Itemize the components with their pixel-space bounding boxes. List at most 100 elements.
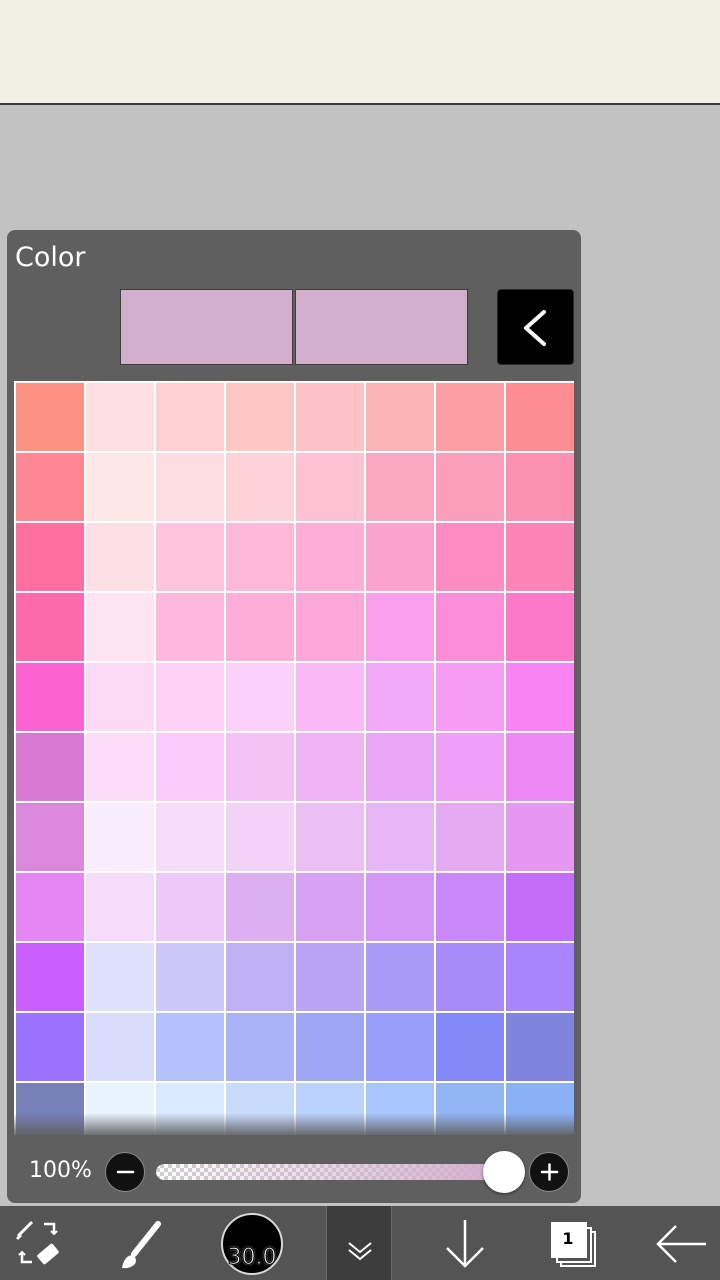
palette-color-cell[interactable] bbox=[506, 943, 574, 1011]
palette-color-cell[interactable] bbox=[16, 453, 84, 521]
palette-color-cell[interactable] bbox=[156, 943, 224, 1011]
palette-color-cell[interactable] bbox=[86, 943, 154, 1011]
palette-color-cell[interactable] bbox=[506, 873, 574, 941]
palette-color-cell[interactable] bbox=[296, 733, 364, 801]
palette-color-cell[interactable] bbox=[436, 593, 504, 661]
palette-color-cell[interactable] bbox=[296, 383, 364, 451]
menu-expand-button[interactable] bbox=[326, 1206, 392, 1280]
collapse-panel-button[interactable] bbox=[497, 289, 574, 365]
palette-color-cell[interactable] bbox=[226, 1013, 294, 1081]
palette-color-cell[interactable] bbox=[436, 453, 504, 521]
palette-color-cell[interactable] bbox=[436, 1083, 504, 1135]
opacity-increase-button[interactable] bbox=[529, 1152, 569, 1192]
brush-size-button[interactable]: 30.0 bbox=[216, 1206, 288, 1280]
palette-color-cell[interactable] bbox=[296, 663, 364, 731]
palette-color-cell[interactable] bbox=[366, 943, 434, 1011]
palette-color-cell[interactable] bbox=[156, 523, 224, 591]
palette-color-cell[interactable] bbox=[506, 453, 574, 521]
palette-color-cell[interactable] bbox=[16, 803, 84, 871]
palette-color-cell[interactable] bbox=[436, 873, 504, 941]
primary-color-swatch[interactable] bbox=[120, 289, 293, 365]
palette-color-cell[interactable] bbox=[86, 803, 154, 871]
palette-color-cell[interactable] bbox=[156, 733, 224, 801]
palette-color-cell[interactable] bbox=[366, 1013, 434, 1081]
secondary-color-swatch[interactable] bbox=[295, 289, 468, 365]
palette-color-cell[interactable] bbox=[296, 523, 364, 591]
palette-color-cell[interactable] bbox=[86, 593, 154, 661]
palette-color-cell[interactable] bbox=[86, 1083, 154, 1135]
palette-color-cell[interactable] bbox=[156, 1013, 224, 1081]
palette-color-cell[interactable] bbox=[16, 383, 84, 451]
palette-color-cell[interactable] bbox=[226, 663, 294, 731]
palette-color-cell[interactable] bbox=[16, 873, 84, 941]
palette-color-cell[interactable] bbox=[226, 1083, 294, 1135]
palette-color-cell[interactable] bbox=[296, 943, 364, 1011]
palette-color-cell[interactable] bbox=[156, 1083, 224, 1135]
palette-color-cell[interactable] bbox=[436, 733, 504, 801]
palette-color-cell[interactable] bbox=[296, 1013, 364, 1081]
palette-color-cell[interactable] bbox=[226, 453, 294, 521]
palette-color-cell[interactable] bbox=[436, 803, 504, 871]
palette-color-cell[interactable] bbox=[86, 453, 154, 521]
palette-color-cell[interactable] bbox=[86, 383, 154, 451]
opacity-decrease-button[interactable] bbox=[105, 1152, 145, 1192]
palette-color-cell[interactable] bbox=[156, 593, 224, 661]
palette-color-cell[interactable] bbox=[16, 663, 84, 731]
palette-color-cell[interactable] bbox=[366, 453, 434, 521]
palette-color-cell[interactable] bbox=[226, 873, 294, 941]
palette-color-cell[interactable] bbox=[506, 733, 574, 801]
palette-color-cell[interactable] bbox=[296, 453, 364, 521]
palette-color-cell[interactable] bbox=[506, 593, 574, 661]
palette-color-cell[interactable] bbox=[86, 663, 154, 731]
palette-color-cell[interactable] bbox=[366, 1083, 434, 1135]
palette-color-cell[interactable] bbox=[436, 383, 504, 451]
palette-color-cell[interactable] bbox=[506, 383, 574, 451]
palette-color-cell[interactable] bbox=[436, 663, 504, 731]
palette-color-cell[interactable] bbox=[296, 1083, 364, 1135]
palette-color-cell[interactable] bbox=[226, 593, 294, 661]
brush-tool-button[interactable] bbox=[110, 1206, 176, 1280]
palette-color-cell[interactable] bbox=[506, 803, 574, 871]
opacity-slider-track[interactable] bbox=[156, 1164, 501, 1180]
palette-color-cell[interactable] bbox=[436, 1013, 504, 1081]
palette-color-cell[interactable] bbox=[366, 803, 434, 871]
palette-color-cell[interactable] bbox=[156, 383, 224, 451]
palette-color-cell[interactable] bbox=[156, 663, 224, 731]
palette-color-cell[interactable] bbox=[296, 593, 364, 661]
palette-color-cell[interactable] bbox=[506, 663, 574, 731]
back-button[interactable] bbox=[646, 1206, 720, 1280]
palette-color-cell[interactable] bbox=[506, 1083, 574, 1135]
palette-color-cell[interactable] bbox=[16, 523, 84, 591]
palette-color-cell[interactable] bbox=[16, 733, 84, 801]
palette-color-cell[interactable] bbox=[156, 803, 224, 871]
palette-color-cell[interactable] bbox=[226, 943, 294, 1011]
palette-color-cell[interactable] bbox=[366, 873, 434, 941]
palette-color-cell[interactable] bbox=[296, 873, 364, 941]
pen-eraser-swap-button[interactable] bbox=[0, 1206, 76, 1280]
palette-color-cell[interactable] bbox=[366, 383, 434, 451]
palette-color-cell[interactable] bbox=[296, 803, 364, 871]
palette-color-cell[interactable] bbox=[366, 663, 434, 731]
palette-color-cell[interactable] bbox=[156, 453, 224, 521]
palette-color-cell[interactable] bbox=[16, 593, 84, 661]
palette-color-cell[interactable] bbox=[86, 1013, 154, 1081]
palette-color-cell[interactable] bbox=[86, 733, 154, 801]
palette-color-cell[interactable] bbox=[16, 1013, 84, 1081]
opacity-slider-thumb[interactable] bbox=[483, 1151, 525, 1193]
palette-color-cell[interactable] bbox=[226, 523, 294, 591]
download-button[interactable] bbox=[430, 1206, 500, 1280]
color-palette[interactable] bbox=[14, 381, 574, 1135]
palette-color-cell[interactable] bbox=[16, 943, 84, 1011]
palette-color-cell[interactable] bbox=[16, 1083, 84, 1135]
palette-color-cell[interactable] bbox=[436, 523, 504, 591]
palette-color-cell[interactable] bbox=[506, 1013, 574, 1081]
palette-color-cell[interactable] bbox=[156, 873, 224, 941]
palette-color-cell[interactable] bbox=[366, 733, 434, 801]
palette-color-cell[interactable] bbox=[366, 593, 434, 661]
palette-color-cell[interactable] bbox=[226, 803, 294, 871]
palette-color-cell[interactable] bbox=[226, 383, 294, 451]
palette-color-cell[interactable] bbox=[436, 943, 504, 1011]
palette-color-cell[interactable] bbox=[226, 733, 294, 801]
palette-color-cell[interactable] bbox=[86, 873, 154, 941]
palette-color-cell[interactable] bbox=[86, 523, 154, 591]
